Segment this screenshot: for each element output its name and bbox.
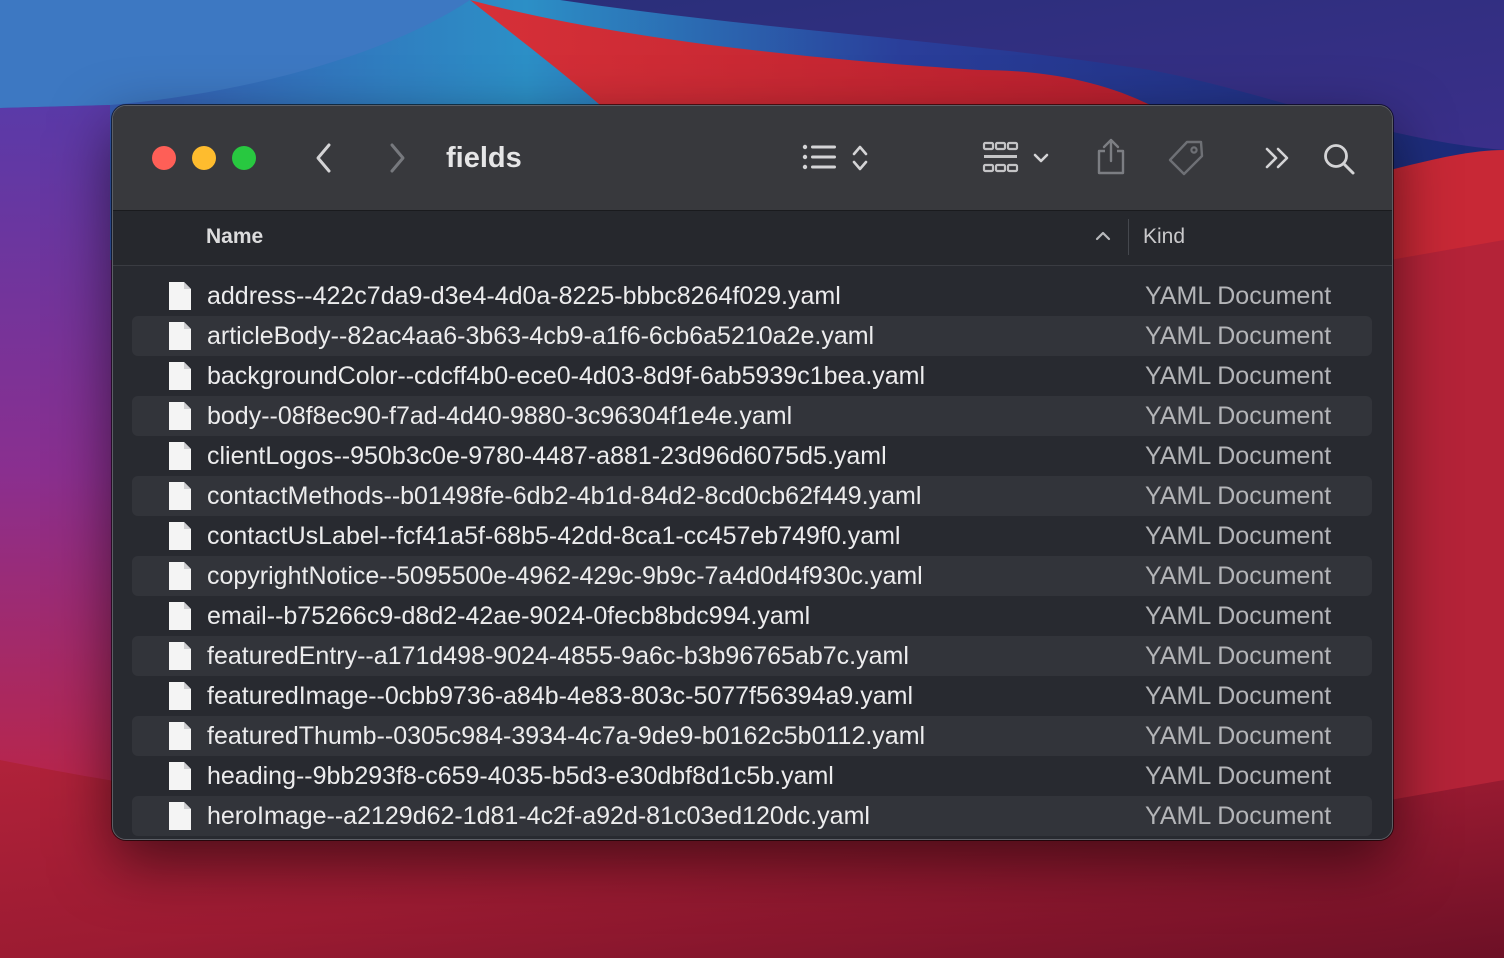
column-header: Name Kind [113, 211, 1392, 266]
zoom-window-button[interactable] [232, 146, 256, 170]
back-chevron-icon[interactable] [308, 140, 340, 176]
close-window-button[interactable] [152, 146, 176, 170]
file-row[interactable]: articleBody--82ac4aa6-3b63-4cb9-a1f6-6cb… [132, 316, 1372, 356]
document-icon [168, 721, 192, 756]
file-kind: YAML Document [1145, 482, 1332, 510]
file-row[interactable]: contactUsLabel--fcf41a5f-68b5-42dd-8ca1-… [132, 516, 1372, 556]
document-icon [168, 561, 192, 596]
file-row[interactable]: backgroundColor--cdcff4b0-ece0-4d03-8d9f… [132, 356, 1372, 396]
file-name: backgroundColor--cdcff4b0-ece0-4d03-8d9f… [207, 362, 926, 390]
file-row[interactable]: body--08f8ec90-f7ad-4d40-9880-3c96304f1e… [132, 396, 1372, 436]
document-icon [168, 481, 192, 516]
file-row[interactable]: featuredEntry--a171d498-9024-4855-9a6c-b… [132, 636, 1372, 676]
file-name: heading--9bb293f8-c659-4035-b5d3-e30dbf8… [207, 762, 834, 790]
sort-ascending-icon[interactable] [1094, 229, 1112, 248]
forward-chevron-icon[interactable] [381, 140, 413, 176]
document-icon [168, 681, 192, 716]
file-kind: YAML Document [1145, 802, 1332, 830]
file-row[interactable]: heroImage--a2129d62-1d81-4c2f-a92d-81c03… [132, 796, 1372, 836]
chevron-down-icon[interactable] [1031, 150, 1051, 166]
column-divider[interactable] [1128, 219, 1129, 255]
file-kind: YAML Document [1145, 402, 1332, 430]
file-name: featuredImage--0cbb9736-a84b-4e83-803c-5… [207, 682, 914, 710]
file-row[interactable]: copyrightNotice--5095500e-4962-429c-9b9c… [132, 556, 1372, 596]
minimize-window-button[interactable] [192, 146, 216, 170]
file-name: contactUsLabel--fcf41a5f-68b5-42dd-8ca1-… [207, 522, 901, 550]
column-header-name[interactable]: Name [206, 225, 263, 249]
toolbar: fields [113, 106, 1392, 211]
file-row[interactable]: clientLogos--950b3c0e-9780-4487-a881-23d… [132, 436, 1372, 476]
share-icon[interactable] [1093, 136, 1129, 178]
file-name: featuredEntry--a171d498-9024-4855-9a6c-b… [207, 642, 909, 670]
document-icon [168, 321, 192, 356]
icon-grid-icon[interactable] [981, 140, 1021, 176]
file-kind: YAML Document [1145, 442, 1332, 470]
file-kind: YAML Document [1145, 562, 1332, 590]
file-row[interactable]: contactMethods--b01498fe-6db2-4b1d-84d2-… [132, 476, 1372, 516]
document-icon [168, 441, 192, 476]
file-name: articleBody--82ac4aa6-3b63-4cb9-a1f6-6cb… [207, 322, 875, 350]
file-name: copyrightNotice--5095500e-4962-429c-9b9c… [207, 562, 923, 590]
file-name: contactMethods--b01498fe-6db2-4b1d-84d2-… [207, 482, 922, 510]
file-kind: YAML Document [1145, 682, 1332, 710]
file-name: featuredThumb--0305c984-3934-4c7a-9de9-b… [207, 722, 926, 750]
file-row[interactable]: email--b75266c9-d8d2-42ae-9024-0fecb8bdc… [132, 596, 1372, 636]
document-icon [168, 801, 192, 836]
document-icon [168, 401, 192, 436]
file-row[interactable]: featuredImage--0cbb9736-a84b-4e83-803c-5… [132, 676, 1372, 716]
sort-updown-icon[interactable] [850, 142, 870, 174]
file-name: body--08f8ec90-f7ad-4d40-9880-3c96304f1e… [207, 402, 793, 430]
file-kind: YAML Document [1145, 322, 1332, 350]
document-icon [168, 521, 192, 556]
finder-window: fields Name Kind address--422c7da9-d3e4-… [112, 105, 1393, 840]
file-kind: YAML Document [1145, 762, 1332, 790]
file-name: heroImage--a2129d62-1d81-4c2f-a92d-81c03… [207, 802, 870, 830]
window-title: fields [446, 142, 522, 174]
file-kind: YAML Document [1145, 282, 1332, 310]
document-icon [168, 761, 192, 796]
file-name: address--422c7da9-d3e4-4d0a-8225-bbbc826… [207, 282, 841, 310]
file-row[interactable]: featuredThumb--0305c984-3934-4c7a-9de9-b… [132, 716, 1372, 756]
more-icon[interactable] [1262, 144, 1294, 172]
file-kind: YAML Document [1145, 522, 1332, 550]
file-row[interactable]: heading--9bb293f8-c659-4035-b5d3-e30dbf8… [132, 756, 1372, 796]
document-icon [168, 641, 192, 676]
list-view-icon[interactable] [801, 142, 839, 172]
column-header-kind[interactable]: Kind [1143, 225, 1185, 249]
document-icon [168, 601, 192, 636]
document-icon [168, 281, 192, 316]
file-name: email--b75266c9-d8d2-42ae-9024-0fecb8bdc… [207, 602, 811, 630]
tag-icon[interactable] [1166, 138, 1206, 178]
document-icon [168, 361, 192, 396]
file-name: clientLogos--950b3c0e-9780-4487-a881-23d… [207, 442, 887, 470]
file-row[interactable]: address--422c7da9-d3e4-4d0a-8225-bbbc826… [132, 276, 1372, 316]
file-kind: YAML Document [1145, 362, 1332, 390]
file-kind: YAML Document [1145, 722, 1332, 750]
file-kind: YAML Document [1145, 602, 1332, 630]
search-icon[interactable] [1321, 141, 1357, 177]
file-kind: YAML Document [1145, 642, 1332, 670]
